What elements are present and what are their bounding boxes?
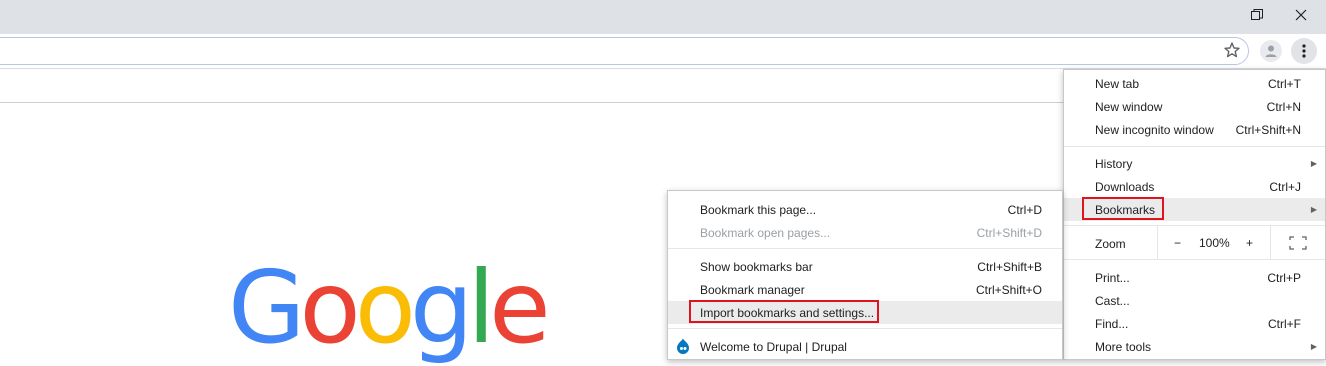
highlight-box-bookmarks [1082,197,1164,220]
menu-item-label: Cast... [1095,293,1130,308]
menu-item-bookmark-open-pages[interactable]: Bookmark open pages... Ctrl+Shift+D [668,221,1062,244]
menu-item-shortcut: Ctrl+Shift+N [1235,122,1301,137]
menu-item-new-tab[interactable]: New tab Ctrl+T [1064,72,1325,95]
menu-item-show-bookmarks-bar[interactable]: Show bookmarks bar Ctrl+Shift+B [668,255,1062,278]
address-bar[interactable] [0,37,1249,65]
menu-item-shortcut: Ctrl+Shift+D [976,225,1042,240]
menu-item-shortcut: Ctrl+D [1007,202,1042,217]
menu-item-new-window[interactable]: New window Ctrl+N [1064,95,1325,118]
zoom-controls [1157,225,1158,259]
menu-item-shortcut: Ctrl+Shift+B [977,259,1042,274]
menu-separator [1064,259,1325,260]
drupal-favicon-icon [676,338,690,357]
zoom-in-button[interactable]: + [1246,236,1253,250]
menu-item-more-tools[interactable]: More tools ▶ [1064,335,1325,358]
menu-item-label: Bookmark manager [700,282,805,297]
menu-item-shortcut: Ctrl+Shift+O [975,282,1042,297]
restore-window-button[interactable] [1236,0,1278,30]
menu-item-label: Bookmark open pages... [700,225,831,240]
chrome-main-menu: New tab Ctrl+T New window Ctrl+N New inc… [1063,69,1326,360]
menu-item-label: More tools [1095,339,1152,354]
logo-letter: l [467,249,495,366]
logo-letter: g [409,249,474,366]
star-icon [1224,42,1240,58]
menu-item-bookmark-manager[interactable]: Bookmark manager Ctrl+Shift+O [668,278,1062,301]
fullscreen-button[interactable] [1289,236,1307,253]
fullscreen-icon [1289,236,1307,250]
menu-separator [1064,225,1325,226]
google-logo: G o o g l e [228,249,551,366]
chrome-menu-button[interactable] [1291,38,1317,64]
menu-item-label: Downloads [1095,179,1155,194]
highlight-box-import [689,300,879,323]
menu-item-label: New tab [1095,76,1140,91]
bookmarks-submenu: Bookmark this page... Ctrl+D Bookmark op… [667,190,1063,360]
logo-letter: o [354,249,416,366]
menu-item-shortcut: Ctrl+T [1268,76,1301,91]
menu-item-label: New window [1095,99,1163,114]
restore-icon [1251,9,1263,20]
menu-separator [668,248,1062,249]
person-icon [1265,45,1277,57]
browser-toolbar [0,34,1326,69]
logo-letter: e [489,249,550,366]
zoom-out-button[interactable]: − [1174,236,1181,250]
profile-button[interactable] [1260,40,1282,62]
submenu-arrow-icon: ▶ [1310,342,1317,351]
title-bar [0,0,1326,34]
vertical-dots-icon [1302,44,1306,58]
menu-item-history[interactable]: History ▶ [1064,152,1325,175]
menu-item-label: History [1095,156,1133,171]
menu-item-shortcut: Ctrl+P [1267,270,1301,285]
menu-item-cast[interactable]: Cast... [1064,289,1325,312]
menu-item-label: Bookmark this page... [700,202,817,217]
menu-item-shortcut: Ctrl+F [1268,316,1301,331]
zoom-level: 100% [1199,236,1230,250]
menu-item-label: New incognito window [1095,122,1214,137]
menu-item-label: Show bookmarks bar [700,259,813,274]
menu-item-shortcut: Ctrl+J [1269,179,1301,194]
bookmark-item-drupal[interactable]: Welcome to Drupal | Drupal [668,335,1062,358]
menu-item-zoom: Zoom [1064,232,1325,255]
logo-letter: G [228,249,305,366]
menu-separator [668,328,1062,329]
menu-item-print[interactable]: Print... Ctrl+P [1064,266,1325,289]
menu-separator [1064,146,1325,147]
close-icon [1295,9,1307,21]
menu-item-bookmark-this-page[interactable]: Bookmark this page... Ctrl+D [668,198,1062,221]
close-window-button[interactable] [1280,0,1322,30]
menu-item-label: Find... [1095,316,1129,331]
menu-item-label: Zoom [1095,236,1126,251]
menu-item-shortcut: Ctrl+N [1266,99,1301,114]
menu-item-label: Print... [1095,270,1130,285]
menu-item-find[interactable]: Find... Ctrl+F [1064,312,1325,335]
bookmark-star-button[interactable] [1222,40,1242,60]
submenu-arrow-icon: ▶ [1310,159,1317,168]
logo-letter: o [299,249,361,366]
menu-item-downloads[interactable]: Downloads Ctrl+J [1064,175,1325,198]
submenu-arrow-icon: ▶ [1310,205,1317,214]
menu-item-new-incognito-window[interactable]: New incognito window Ctrl+Shift+N [1064,118,1325,141]
menu-item-label: Welcome to Drupal | Drupal [700,339,847,354]
fullscreen-divider [1270,225,1271,259]
